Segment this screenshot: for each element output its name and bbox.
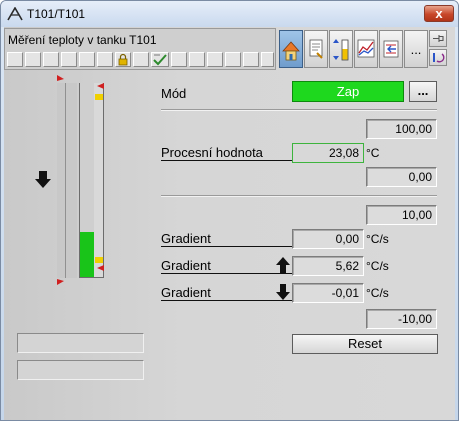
limits-view-button[interactable] — [329, 30, 353, 68]
status-cell — [171, 52, 187, 67]
more-views-button[interactable]: ... — [404, 30, 428, 68]
divider — [161, 109, 437, 111]
down-arrow-icon — [35, 171, 51, 188]
status-cell — [207, 52, 223, 67]
process-value-bar — [80, 232, 94, 277]
notes-view-button[interactable] — [304, 30, 328, 68]
mode-more-button[interactable]: ... — [409, 81, 437, 102]
gradient-positive-label: Gradient — [161, 258, 292, 274]
gradient-positive-value: 5,62 — [292, 256, 364, 276]
mode-value[interactable]: Zap — [292, 81, 404, 102]
limit-scale — [94, 83, 103, 277]
bar-frame-right — [103, 83, 104, 278]
return-button[interactable] — [429, 49, 447, 66]
close-button[interactable]: x — [424, 5, 454, 22]
bar-graph — [35, 75, 104, 285]
warning-low-marker — [95, 257, 103, 263]
status-cell — [79, 52, 95, 67]
lock-status — [115, 52, 131, 67]
status-cell — [243, 52, 259, 67]
limits-icon — [333, 39, 349, 61]
more-icon: ... — [417, 83, 429, 98]
alarm-low-marker — [57, 279, 64, 285]
process-value: 23,08 — [292, 143, 364, 163]
status-cell — [97, 52, 113, 67]
trend-view-button[interactable] — [354, 30, 378, 68]
pin-button[interactable] — [429, 30, 447, 47]
process-high-limit: 100,00 — [366, 119, 437, 139]
status-cell — [225, 52, 241, 67]
process-low-limit: 0,00 — [366, 167, 437, 187]
status-cell — [43, 52, 59, 67]
gradient-label: Gradient — [161, 231, 292, 247]
release-status — [151, 52, 169, 67]
notes-icon — [309, 39, 323, 59]
messages-icon — [383, 40, 399, 58]
warning-high-marker — [95, 94, 103, 100]
mode-label: Mód — [161, 86, 187, 101]
status-cell — [61, 52, 77, 67]
process-unit: °C — [366, 146, 380, 160]
gradient-high-limit: 10,00 — [366, 205, 437, 225]
gradient-unit: °C/s — [366, 286, 389, 300]
gradient-negative-value: -0,01 — [292, 283, 364, 303]
status-cell — [261, 52, 274, 67]
bar-divider — [65, 83, 66, 278]
lock-icon — [118, 53, 128, 66]
app-icon — [7, 7, 23, 21]
faceplate-title: Měření teploty v tanku T101 — [8, 33, 157, 47]
pin-icon — [433, 35, 444, 42]
checkmark-icon — [153, 54, 167, 66]
bar-frame-bottom — [79, 277, 104, 278]
title-bar[interactable]: T101/T101 x — [1, 1, 458, 27]
reset-button[interactable]: Reset — [292, 334, 438, 354]
home-view-button[interactable] — [279, 30, 303, 68]
gradient-low-limit: -10,00 — [366, 309, 437, 329]
status-cell — [189, 52, 205, 67]
status-cell — [133, 52, 149, 67]
bar-channel — [57, 83, 77, 278]
faceplate-window: T101/T101 x Měření teploty v tanku T101 — [0, 0, 459, 421]
down-arrow-icon — [276, 284, 290, 300]
gradient-unit: °C/s — [366, 259, 389, 273]
close-icon: x — [435, 6, 443, 21]
up-arrow-icon — [276, 257, 290, 273]
trend-icon — [357, 39, 375, 58]
home-icon — [282, 41, 300, 61]
status-cell — [25, 52, 41, 67]
gradient-unit: °C/s — [366, 232, 389, 246]
alarm-high-marker — [57, 75, 64, 81]
gradient-negative-label: Gradient — [161, 285, 292, 301]
info-box — [17, 333, 144, 353]
process-value-label: Procesní hodnota — [161, 145, 292, 161]
return-icon — [433, 53, 445, 63]
messages-view-button[interactable] — [379, 30, 403, 68]
more-icon: ... — [410, 42, 422, 57]
info-box — [17, 360, 144, 380]
window-title: T101/T101 — [27, 7, 86, 21]
header-panel: Měření teploty v tanku T101 — [4, 28, 276, 70]
divider — [161, 195, 437, 197]
status-cell — [7, 52, 23, 67]
gradient-value: 0,00 — [292, 229, 364, 249]
bar-frame-left — [79, 83, 80, 278]
